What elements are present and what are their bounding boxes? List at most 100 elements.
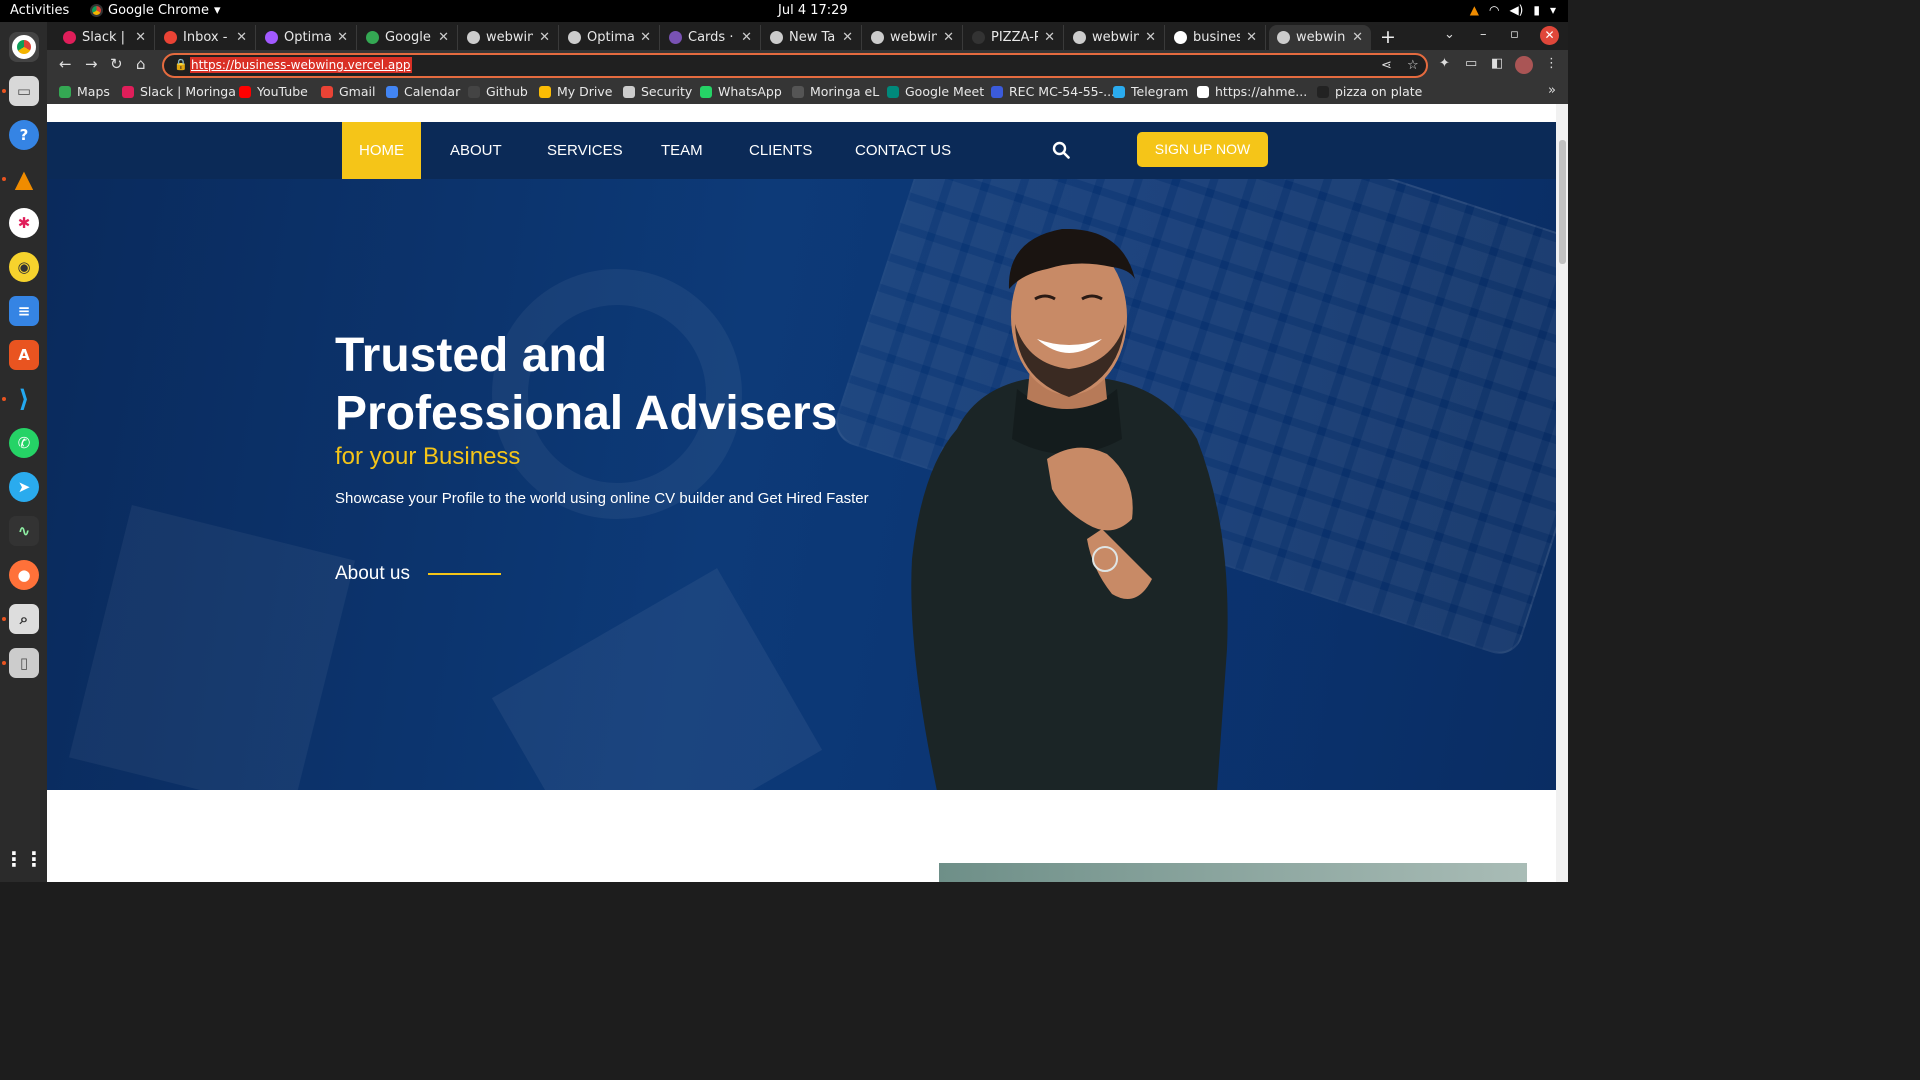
address-bar[interactable]: 🔒 https://business-webwing.vercel.app ⋖ … <box>162 53 1428 78</box>
text-editor-icon[interactable]: ≡ <box>9 296 39 326</box>
bookmark-item[interactable]: Security <box>623 84 692 99</box>
power-menu-icon[interactable]: ▾ <box>1550 3 1556 17</box>
hero-description: Showcase your Profile to the world using… <box>335 490 869 507</box>
usb-drive-icon[interactable]: ▯ <box>9 648 39 678</box>
chrome-dock-icon[interactable] <box>9 32 39 62</box>
browser-tab[interactable]: Google M ✕ <box>358 25 458 50</box>
browser-tab[interactable]: New Tab ✕ <box>762 25 862 50</box>
slack-icon[interactable]: ✱ <box>9 208 39 238</box>
browser-tab[interactable]: business ✕ <box>1166 25 1266 50</box>
close-icon[interactable]: ✕ <box>236 30 247 45</box>
close-icon[interactable]: ✕ <box>640 30 651 45</box>
page-scrollbar[interactable] <box>1556 104 1568 882</box>
system-monitor-icon[interactable]: ∿ <box>9 516 39 546</box>
extensions-icon[interactable]: ✦ <box>1439 56 1450 71</box>
close-icon[interactable]: ✕ <box>943 30 954 45</box>
more-bookmarks-icon[interactable]: » <box>1548 83 1556 98</box>
wifi-icon[interactable]: ◠ <box>1489 3 1499 17</box>
vlc-icon[interactable]: ▲ <box>9 164 39 194</box>
vscode-icon[interactable]: ⟩ <box>9 384 39 414</box>
about-us-link[interactable]: About us <box>335 563 501 585</box>
help-icon[interactable]: ? <box>9 120 39 150</box>
close-icon[interactable]: ✕ <box>135 30 146 45</box>
bookmark-item[interactable]: Gmail <box>321 84 375 99</box>
bookmark-item[interactable]: Moringa eL <box>792 84 879 99</box>
firefox-icon[interactable]: ● <box>9 560 39 590</box>
bookmark-item[interactable]: pizza on plate <box>1317 84 1422 99</box>
close-icon[interactable]: ✕ <box>842 30 853 45</box>
cast-icon[interactable]: ▭ <box>1465 56 1477 71</box>
activities-button[interactable]: Activities <box>10 3 69 18</box>
browser-tab[interactable]: PIZZA-Pa ✕ <box>964 25 1064 50</box>
show-apps-icon[interactable]: ⋮⋮ <box>4 844 44 874</box>
telegram-icon[interactable]: ➤ <box>9 472 39 502</box>
vlc-tray-icon[interactable]: ▲ <box>1470 3 1479 17</box>
bookmark-item[interactable]: Telegram <box>1113 84 1188 99</box>
system-tray[interactable]: ▲ ◠ ◀) ▮ ▾ <box>1470 3 1556 17</box>
scrollbar-thumb[interactable] <box>1559 140 1566 264</box>
menu-kebab-icon[interactable]: ⋮ <box>1545 56 1558 71</box>
back-button[interactable]: ← <box>59 55 72 73</box>
bookmark-item[interactable]: Google Meet <box>887 84 984 99</box>
browser-tab[interactable]: webwinc ✕ <box>459 25 559 50</box>
home-button[interactable]: ⌂ <box>136 55 146 73</box>
bookmark-item[interactable]: YouTube <box>239 84 308 99</box>
nav-services[interactable]: SERVICES <box>547 122 623 179</box>
bookmark-item[interactable]: REC MC-54-55-... <box>991 84 1115 99</box>
minimize-button[interactable]: – <box>1480 27 1487 42</box>
nav-clients[interactable]: CLIENTS <box>749 122 812 179</box>
close-icon[interactable]: ✕ <box>337 30 348 45</box>
close-icon[interactable]: ✕ <box>1352 30 1363 45</box>
nav-team[interactable]: TEAM <box>661 122 703 179</box>
maximize-button[interactable]: ▫ <box>1510 27 1519 42</box>
forward-button[interactable]: → <box>85 55 98 73</box>
browser-tab[interactable]: Inbox - k ✕ <box>156 25 256 50</box>
close-icon[interactable]: ✕ <box>1145 30 1156 45</box>
app-menu[interactable]: Google Chrome ▾ <box>90 3 221 18</box>
bookmark-item[interactable]: My Drive <box>539 84 612 99</box>
bookmark-item[interactable]: Calendar <box>386 84 460 99</box>
browser-tab-active[interactable]: webwinc ✕ <box>1269 25 1371 50</box>
browser-tab[interactable]: Optimal ✕ <box>257 25 357 50</box>
browser-tab[interactable]: Slack | Al ✕ <box>55 25 155 50</box>
files-icon[interactable]: ▭ <box>9 76 39 106</box>
nav-home[interactable]: HOME <box>342 122 421 179</box>
whatsapp-icon[interactable]: ✆ <box>9 428 39 458</box>
browser-tab[interactable]: webwinc ✕ <box>863 25 963 50</box>
close-icon[interactable]: ✕ <box>1246 30 1257 45</box>
new-tab-button[interactable]: + <box>1380 26 1396 48</box>
nav-about[interactable]: ABOUT <box>450 122 502 179</box>
close-icon[interactable]: ✕ <box>539 30 550 45</box>
bookmark-item[interactable]: https://ahme... <box>1197 84 1307 99</box>
software-center-icon[interactable]: A <box>9 340 39 370</box>
window-close-button[interactable]: ✕ <box>1540 26 1559 45</box>
rhythmbox-icon[interactable]: ◉ <box>9 252 39 282</box>
nav-contact-us[interactable]: CONTACT US <box>855 122 951 179</box>
tab-search-icon[interactable]: ⌄ <box>1444 27 1455 42</box>
bookmark-label: Gmail <box>339 84 376 99</box>
bookmark-item[interactable]: WhatsApp <box>700 84 782 99</box>
site-navbar: HOME ABOUT SERVICES TEAM CLIENTS CONTACT… <box>47 122 1556 179</box>
bookmark-item[interactable]: Slack | Moringa <box>122 84 236 99</box>
bookmark-star-icon[interactable]: ☆ <box>1407 58 1419 73</box>
clock[interactable]: Jul 4 17:29 <box>778 3 848 18</box>
close-icon[interactable]: ✕ <box>1044 30 1055 45</box>
bookmark-item[interactable]: Github <box>468 84 528 99</box>
browser-tab[interactable]: webwinc ✕ <box>1065 25 1165 50</box>
reload-button[interactable]: ↻ <box>110 55 123 73</box>
close-icon[interactable]: ✕ <box>438 30 449 45</box>
search-icon[interactable] <box>1052 141 1070 159</box>
side-panel-icon[interactable]: ◧ <box>1491 56 1503 71</box>
profile-avatar[interactable] <box>1515 56 1533 74</box>
battery-icon[interactable]: ▮ <box>1533 3 1540 17</box>
volume-icon[interactable]: ◀) <box>1509 3 1523 17</box>
close-icon[interactable]: ✕ <box>741 30 752 45</box>
browser-tab[interactable]: Optimal ✕ <box>560 25 660 50</box>
browser-tab[interactable]: Cards · B ✕ <box>661 25 761 50</box>
signup-button[interactable]: SIGN UP NOW <box>1137 132 1268 167</box>
bookmark-item[interactable]: Maps <box>59 84 110 99</box>
screenshot-icon[interactable]: ⌕ <box>9 604 39 634</box>
url-text[interactable]: https://business-webwing.vercel.app <box>190 57 412 73</box>
lock-icon[interactable]: 🔒 <box>174 58 188 71</box>
share-icon[interactable]: ⋖ <box>1381 58 1392 73</box>
